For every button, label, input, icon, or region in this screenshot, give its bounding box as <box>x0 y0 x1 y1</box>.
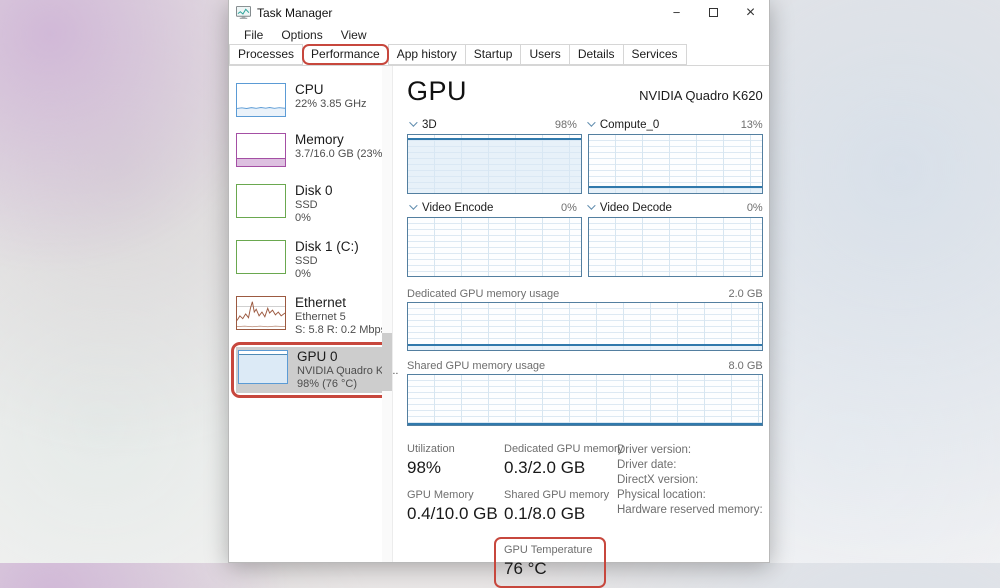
utilization-value: 98% <box>407 456 504 479</box>
tab-startup[interactable]: Startup <box>465 44 522 65</box>
chart-value-3d: 98% <box>555 119 585 131</box>
scrollbar-thumb[interactable] <box>382 333 392 391</box>
chevron-down-icon[interactable] <box>409 201 417 209</box>
sidebar-cpu-title: CPU <box>295 82 367 98</box>
tab-app-history[interactable]: App history <box>388 44 466 65</box>
sidebar-memory-title: Memory <box>295 132 386 148</box>
close-icon: × <box>746 4 755 22</box>
minimize-icon: − <box>673 5 681 20</box>
gpu-temperature-value: 76 °C <box>504 557 592 580</box>
sidebar-item-memory[interactable]: Memory 3.7/16.0 GB (23%) <box>234 131 392 168</box>
dedicated-memory-value: 0.3/2.0 GB <box>504 456 617 479</box>
gpu-temperature-label: GPU Temperature <box>504 543 592 557</box>
sidebar-item-cpu[interactable]: CPU 22% 3.85 GHz <box>234 81 392 118</box>
chart-video-decode <box>588 217 763 277</box>
chart-3d <box>407 134 582 194</box>
gpu-detail-pane: GPU NVIDIA Quadro K620 3D 98% Compute_0 … <box>393 66 778 562</box>
dedicated-memory-chart-scale: 2.0 GB <box>728 288 762 300</box>
ethernet-thumbnail-chart <box>236 296 286 330</box>
chart-compute0 <box>588 134 763 194</box>
sidebar-cpu-stats: 22% 3.85 GHz <box>295 98 367 111</box>
directx-version-label: DirectX version: <box>617 473 763 488</box>
menubar: File Options View <box>229 25 769 44</box>
sidebar-disk0-title: Disk 0 <box>295 183 333 199</box>
disk1-thumbnail-chart <box>236 240 286 274</box>
tab-performance[interactable]: Performance <box>302 44 389 65</box>
driver-date-label: Driver date: <box>617 458 763 473</box>
sidebar-item-gpu0[interactable]: GPU 0 NVIDIA Quadro K6... 98% (76 °C) <box>236 347 388 393</box>
performance-sidebar: CPU 22% 3.85 GHz Memory 3.7/16.0 GB (23%… <box>229 66 393 562</box>
physical-location-label: Physical location: <box>617 488 763 503</box>
memory-thumbnail-chart <box>236 133 286 167</box>
window-title: Task Manager <box>257 6 332 20</box>
tab-users[interactable]: Users <box>520 44 569 65</box>
chart-dedicated-memory <box>407 302 763 351</box>
disk0-thumbnail-chart <box>236 184 286 218</box>
gpu-device-name: NVIDIA Quadro K620 <box>639 88 763 103</box>
gpu0-thumbnail-chart <box>238 350 288 384</box>
chart-label-compute0: Compute_0 <box>600 119 659 131</box>
shared-memory-label: Shared GPU memory <box>504 488 617 502</box>
gpu-memory-value: 0.4/10.0 GB <box>407 502 504 525</box>
sidebar-disk1-type: SSD <box>295 255 359 268</box>
tab-services[interactable]: Services <box>623 44 687 65</box>
sidebar-item-disk1[interactable]: Disk 1 (C:) SSD 0% <box>234 238 392 282</box>
sidebar-ethernet-stats: S: 5.8 R: 0.2 Mbps <box>295 324 386 337</box>
sidebar-ethernet-name: Ethernet 5 <box>295 311 386 324</box>
maximize-icon <box>709 8 718 17</box>
dedicated-memory-chart-label: Dedicated GPU memory usage <box>407 288 559 300</box>
menu-view[interactable]: View <box>332 27 376 43</box>
sidebar-item-disk0[interactable]: Disk 0 SSD 0% <box>234 182 392 226</box>
hardware-reserved-memory-label: Hardware reserved memory: <box>617 503 763 518</box>
menu-file[interactable]: File <box>235 27 272 43</box>
tab-details[interactable]: Details <box>569 44 624 65</box>
menu-options[interactable]: Options <box>272 27 331 43</box>
page-title: GPU <box>407 76 467 107</box>
utilization-label: Utilization <box>407 442 504 456</box>
sidebar-disk1-title: Disk 1 (C:) <box>295 239 359 255</box>
sidebar-item-ethernet[interactable]: Ethernet Ethernet 5 S: 5.8 R: 0.2 Mbps <box>234 294 392 338</box>
sidebar-disk0-type: SSD <box>295 199 333 212</box>
task-manager-window: Task Manager − × File Options View Proce… <box>228 0 770 563</box>
tab-processes[interactable]: Processes <box>229 44 303 65</box>
annotation-box-gpu0: GPU 0 NVIDIA Quadro K6... 98% (76 °C) <box>231 342 391 398</box>
sidebar-scrollbar[interactable] <box>382 66 392 562</box>
sidebar-disk0-usage: 0% <box>295 212 333 225</box>
chevron-down-icon[interactable] <box>587 118 595 126</box>
chart-label-video-decode: Video Decode <box>600 202 672 214</box>
sidebar-gpu0-name: NVIDIA Quadro K6... <box>297 365 386 378</box>
chart-value-video-decode: 0% <box>747 202 763 214</box>
maximize-button[interactable] <box>695 0 732 25</box>
chart-label-3d: 3D <box>422 119 437 131</box>
chevron-down-icon[interactable] <box>409 118 417 126</box>
chevron-down-icon[interactable] <box>587 201 595 209</box>
chart-shared-memory <box>407 374 763 426</box>
sidebar-memory-stats: 3.7/16.0 GB (23%) <box>295 148 386 161</box>
titlebar: Task Manager − × <box>229 0 769 25</box>
minimize-button[interactable]: − <box>658 0 695 25</box>
sidebar-gpu0-stats: 98% (76 °C) <box>297 378 386 391</box>
shared-memory-chart-label: Shared GPU memory usage <box>407 360 545 372</box>
dedicated-memory-label: Dedicated GPU memory <box>504 442 617 456</box>
task-manager-app-icon <box>236 5 251 20</box>
tabbar: Processes Performance App history Startu… <box>229 44 769 66</box>
chart-value-video-encode: 0% <box>561 202 585 214</box>
cpu-thumbnail-chart <box>236 83 286 117</box>
sidebar-disk1-usage: 0% <box>295 268 359 281</box>
gpu-stats: Utilization 98% GPU Memory 0.4/10.0 GB D… <box>407 442 763 588</box>
sidebar-ethernet-title: Ethernet <box>295 295 386 311</box>
shared-memory-value: 0.1/8.0 GB <box>504 502 617 525</box>
chart-value-compute0: 13% <box>741 119 763 131</box>
gpu-memory-label: GPU Memory <box>407 488 504 502</box>
close-button[interactable]: × <box>732 0 769 25</box>
shared-memory-chart-scale: 8.0 GB <box>728 360 762 372</box>
driver-version-label: Driver version: <box>617 443 763 458</box>
sidebar-gpu0-title: GPU 0 <box>297 349 386 365</box>
chart-label-video-encode: Video Encode <box>422 202 493 214</box>
chart-video-encode <box>407 217 582 277</box>
